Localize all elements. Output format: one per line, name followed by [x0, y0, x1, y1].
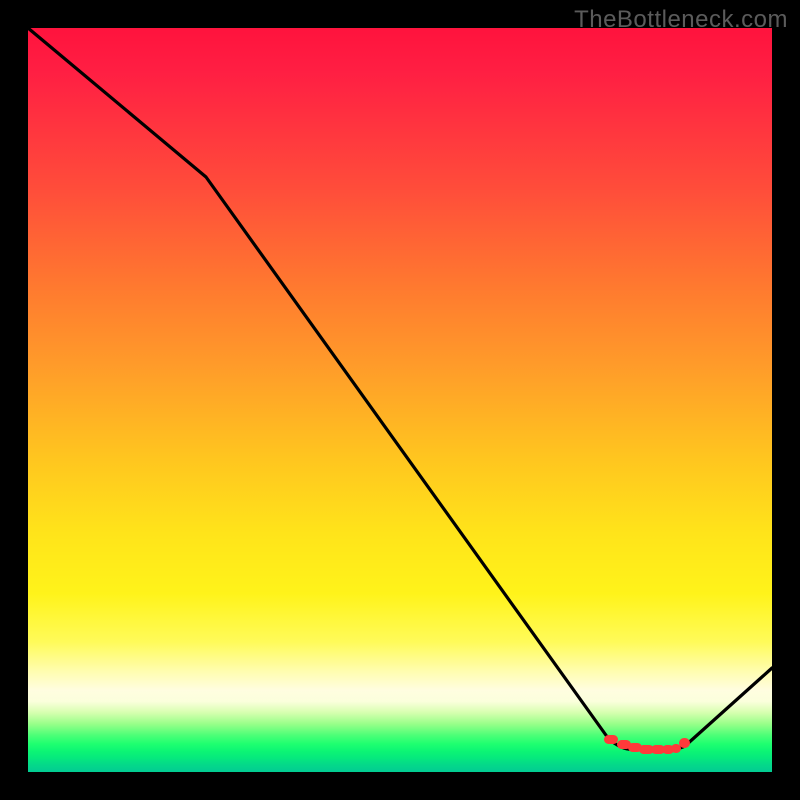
- chart-curve: [28, 28, 772, 750]
- marker-point: [604, 735, 618, 744]
- plot-area: [28, 28, 772, 772]
- chart-svg: [28, 28, 772, 772]
- marker-point: [679, 738, 690, 748]
- marker-point: [671, 744, 681, 753]
- watermark-text: TheBottleneck.com: [574, 6, 788, 34]
